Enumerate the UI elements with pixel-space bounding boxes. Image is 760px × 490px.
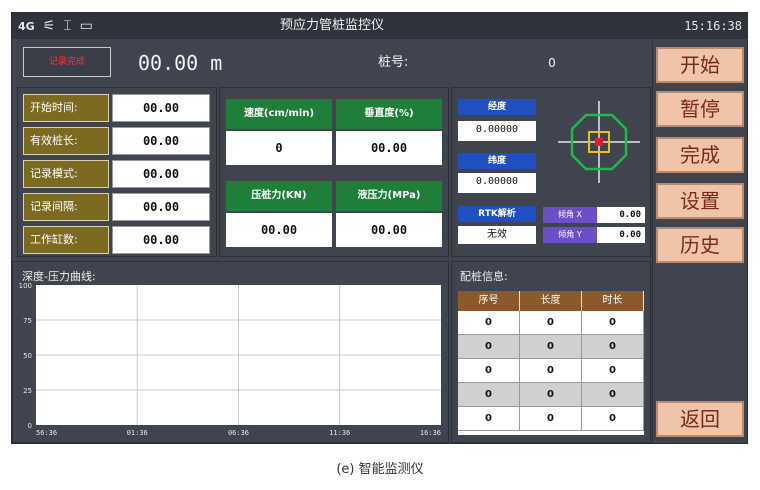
latitude-label: 纬度 bbox=[458, 153, 536, 169]
y-tick-label: 0 bbox=[28, 422, 32, 430]
metric-label: 液压力(MPa) bbox=[336, 181, 442, 211]
y-tick-label: 100 bbox=[19, 282, 32, 290]
table-cell: 0 bbox=[520, 407, 582, 431]
table-header-cell: 时长 bbox=[582, 291, 644, 311]
center-point-icon bbox=[595, 138, 603, 146]
pile-info-table: 序号 长度 时长 0 0 0 0 0 0 0 0 0 0 0 0 0 0 0 bbox=[458, 291, 644, 435]
metric-label: 速度(cm/min) bbox=[226, 99, 332, 129]
metric-label: 压桩力(KN) bbox=[226, 181, 332, 211]
param-label: 开始时间: bbox=[23, 94, 109, 122]
start-button[interactable]: 开始 bbox=[656, 47, 744, 83]
table-cell: 0 bbox=[582, 407, 644, 431]
table-cell: 0 bbox=[520, 359, 582, 383]
metric-label: 垂直度(%) bbox=[336, 99, 442, 129]
param-value: 00.00 bbox=[112, 94, 210, 122]
latitude-value: 0.00000 bbox=[458, 173, 536, 193]
rtk-value: 无效 bbox=[458, 226, 536, 244]
table-cell: 0 bbox=[458, 335, 520, 359]
back-button[interactable]: 返回 bbox=[656, 401, 744, 437]
param-value: 00.00 bbox=[112, 160, 210, 188]
table-cell: 0 bbox=[520, 335, 582, 359]
table-cell: 0 bbox=[458, 359, 520, 383]
y-tick-label: 50 bbox=[23, 352, 32, 360]
pile-number-label: 桩号: bbox=[378, 55, 409, 70]
tilt-y-value: 0.00 bbox=[597, 227, 645, 243]
monitor-screen: 4G ⚟ ⌶ ▭ 预应力管桩监控仪 15:16:38 记录完成 00.00 m … bbox=[11, 12, 748, 444]
pause-button[interactable]: 暂停 bbox=[656, 91, 744, 127]
table-cell: 0 bbox=[582, 335, 644, 359]
table-row[interactable]: 000 bbox=[458, 335, 644, 359]
x-tick-label: 01:36 bbox=[127, 429, 148, 437]
rtk-label: RTK解析 bbox=[458, 206, 536, 222]
depth-pressure-chart: 0 25 50 75 100 56:36 01:36 06:36 11:36 16:36 bbox=[19, 282, 441, 437]
clock: 15:16:38 bbox=[684, 19, 742, 33]
param-value: 00.00 bbox=[112, 127, 210, 155]
finish-button[interactable]: 完成 bbox=[656, 137, 744, 173]
y-tick-label: 25 bbox=[23, 387, 32, 395]
table-cell: 0 bbox=[520, 383, 582, 407]
table-row[interactable]: 000 bbox=[458, 407, 644, 431]
y-tick-label: 75 bbox=[23, 317, 32, 325]
history-button[interactable]: 历史 bbox=[656, 227, 744, 263]
settings-button[interactable]: 设置 bbox=[656, 183, 744, 219]
table-cell: 0 bbox=[458, 407, 520, 431]
x-tick-label: 11:36 bbox=[329, 429, 350, 437]
table-header-cell: 序号 bbox=[458, 291, 520, 311]
figure-caption: (e) 智能监测仪 bbox=[336, 462, 424, 477]
param-value: 00.00 bbox=[112, 193, 210, 221]
table-row[interactable]: 000 bbox=[458, 383, 644, 407]
longitude-value: 0.00000 bbox=[458, 121, 536, 141]
table-row[interactable]: 000 bbox=[458, 359, 644, 383]
metric-value: 00.00 bbox=[226, 213, 332, 247]
metric-value: 00.00 bbox=[336, 213, 442, 247]
record-status-button[interactable]: 记录完成 bbox=[23, 47, 111, 77]
metric-value: 0 bbox=[226, 131, 332, 165]
tilt-y-label: 倾角 Y bbox=[543, 227, 597, 243]
table-cell: 0 bbox=[582, 383, 644, 407]
param-label: 工作缸数: bbox=[23, 226, 109, 254]
depth-readout: 00.00 m bbox=[138, 51, 223, 75]
table-cell: 0 bbox=[520, 311, 582, 335]
level-target-indicator bbox=[558, 101, 640, 183]
pile-info-title: 配桩信息: bbox=[460, 270, 508, 283]
table-cell: 0 bbox=[582, 311, 644, 335]
tilt-x-value: 0.00 bbox=[597, 207, 645, 223]
table-header-cell: 长度 bbox=[520, 291, 582, 311]
x-tick-label: 06:36 bbox=[228, 429, 249, 437]
metric-value: 00.00 bbox=[336, 131, 442, 165]
title-bar: 4G ⚟ ⌶ ▭ 预应力管桩监控仪 15:16:38 bbox=[12, 13, 747, 39]
longitude-label: 经度 bbox=[458, 99, 536, 115]
x-tick-label: 16:36 bbox=[420, 429, 441, 437]
param-label: 记录模式: bbox=[23, 160, 109, 188]
table-cell: 0 bbox=[458, 383, 520, 407]
app-title: 预应力管桩监控仪 bbox=[279, 18, 384, 33]
param-label: 有效桩长: bbox=[23, 127, 109, 155]
table-cell: 0 bbox=[582, 359, 644, 383]
table-row[interactable]: 000 bbox=[458, 311, 644, 335]
param-label: 记录间隔: bbox=[23, 193, 109, 221]
param-value: 00.00 bbox=[112, 226, 210, 254]
x-tick-label: 56:36 bbox=[36, 429, 57, 437]
tilt-x-label: 倾角 X bbox=[543, 207, 597, 223]
table-cell: 0 bbox=[458, 311, 520, 335]
pile-number-value: 0 bbox=[548, 56, 556, 70]
